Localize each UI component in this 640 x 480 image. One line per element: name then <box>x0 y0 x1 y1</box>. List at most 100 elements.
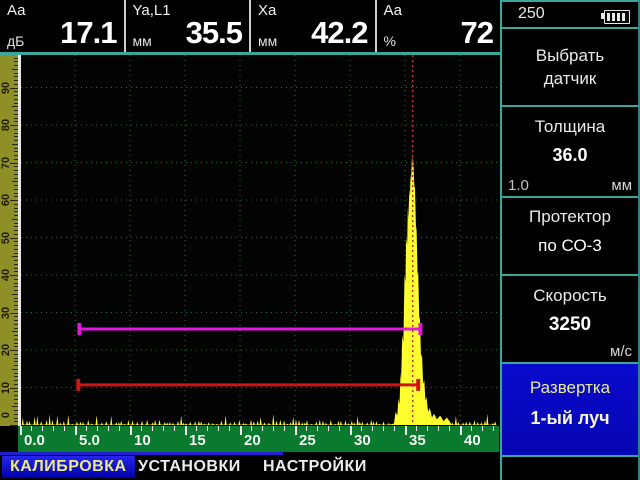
ruler-label: 30 <box>0 306 12 318</box>
axis-tick <box>108 426 109 431</box>
axis-tick <box>361 426 362 431</box>
axis-tick <box>42 426 43 431</box>
readout-value: 42.2 <box>311 15 367 51</box>
axis-tick <box>328 426 329 431</box>
measurement-bar: Аа дБ 17.1 Ya,L1 мм 35.5 Ха мм 42.2 Аа %… <box>0 0 500 52</box>
thickness-value: 36.0 <box>502 145 638 166</box>
ruler-tick <box>10 425 18 426</box>
readout-unit: дБ <box>7 33 24 49</box>
axis-tick <box>20 426 22 435</box>
axis-tick <box>86 426 87 431</box>
axis-tick <box>163 426 164 431</box>
readout-label: Аа <box>7 2 26 19</box>
gate-threshold-value: 250 <box>518 5 545 23</box>
axis-tick <box>75 426 77 435</box>
readout-amplitude: Аа % 72 <box>377 0 501 52</box>
axis-tick <box>141 426 142 431</box>
softkey-protector[interactable]: Протектор по СО-3 <box>502 198 638 274</box>
softkey-label: Развертка <box>502 378 638 398</box>
axis-tick <box>31 426 32 431</box>
axis-label: 20 <box>244 432 261 449</box>
ruler-label: 40 <box>0 269 12 281</box>
axis-tick <box>317 426 318 431</box>
divider <box>500 455 640 457</box>
range-axis: 0.05.010152025303540 <box>18 426 499 452</box>
axis-tick <box>251 426 252 431</box>
axis-tick <box>174 426 175 431</box>
axis-tick <box>449 426 450 431</box>
axis-tick <box>339 426 340 431</box>
softkey-label: Протектор <box>502 207 638 227</box>
axis-tick <box>460 426 462 435</box>
readout-label: Ха <box>258 2 276 19</box>
axis-tick <box>405 426 407 435</box>
axis-tick <box>350 426 352 435</box>
axis-tick <box>416 426 417 431</box>
menu-item-setup[interactable]: УСТАНОВКИ <box>138 456 241 478</box>
axis-tick <box>240 426 242 435</box>
axis-tick <box>306 426 307 431</box>
axis-label: 0.0 <box>24 432 45 449</box>
axis-tick <box>229 426 230 431</box>
softkey-sidebar: 250 Выбрать датчик Толщина 36.0 1.0 мм П… <box>500 0 640 480</box>
readout-label: Ya,L1 <box>133 2 171 19</box>
axis-tick <box>383 426 384 431</box>
menu-item-settings[interactable]: НАСТРОЙКИ <box>263 456 367 478</box>
gate-b[interactable] <box>78 379 418 391</box>
axis-label: 25 <box>299 432 316 449</box>
softkey-velocity[interactable]: Скорость 3250 м/с <box>502 276 638 362</box>
status-cell: 250 <box>502 2 638 27</box>
axis-tick <box>130 426 132 435</box>
axis-tick <box>262 426 263 431</box>
axis-label: 10 <box>134 432 151 449</box>
gate-a[interactable] <box>79 323 420 335</box>
softkey-label: Выбрать <box>502 46 638 66</box>
readout-distance: Ха мм 42.2 <box>251 0 377 52</box>
ruler-label: 50 <box>0 231 12 243</box>
ruler-label: 0 <box>0 412 12 418</box>
ruler-label: 10 <box>0 381 12 393</box>
axis-tick <box>273 426 274 431</box>
divider <box>500 0 502 480</box>
unit-label: м/с <box>610 343 632 360</box>
amplitude-ruler: 0102030405060708090 <box>0 55 18 426</box>
readout-depth: Ya,L1 мм 35.5 <box>126 0 252 52</box>
axis-tick <box>284 426 285 431</box>
axis-tick <box>97 426 98 431</box>
axis-label: 5.0 <box>79 432 100 449</box>
axis-tick <box>152 426 153 431</box>
step-value: 1.0 <box>508 177 529 194</box>
softkey-select-probe[interactable]: Выбрать датчик <box>502 29 638 105</box>
softkey-sweep[interactable]: Развертка 1-ый луч <box>502 364 638 455</box>
axis-tick <box>53 426 54 431</box>
axis-tick <box>207 426 208 431</box>
readout-value: 17.1 <box>60 15 116 51</box>
softkey-label: датчик <box>502 69 638 89</box>
axis-label: 40 <box>464 432 481 449</box>
readout-unit: мм <box>258 33 277 49</box>
readout-value: 35.5 <box>186 15 242 51</box>
menu-item-calibration[interactable]: КАЛИБРОВКА <box>2 456 135 478</box>
softkey-label: Толщина <box>502 117 638 137</box>
axis-tick <box>394 426 395 431</box>
axis-tick <box>295 426 297 435</box>
axis-tick <box>372 426 373 431</box>
readout-unit: % <box>384 33 396 49</box>
axis-tick <box>119 426 120 431</box>
softkey-thickness[interactable]: Толщина 36.0 1.0 мм <box>502 107 638 196</box>
axis-tick <box>482 426 483 431</box>
axis-tick <box>438 426 439 431</box>
protector-value: по СО-3 <box>502 236 638 256</box>
ruler-label: 60 <box>0 194 12 206</box>
ascan-svg <box>21 55 499 426</box>
main-menu: КАЛИБРОВКА УСТАНОВКИ НАСТРОЙКИ <box>0 455 500 480</box>
ruler-label: 80 <box>0 119 12 131</box>
axis-tick <box>218 426 219 431</box>
axis-tick <box>185 426 187 435</box>
axis-tick <box>493 426 494 431</box>
ascan-plot <box>21 55 499 426</box>
velocity-value: 3250 <box>502 314 638 336</box>
ruler-label: 70 <box>0 156 12 168</box>
readout-unit: мм <box>133 33 152 49</box>
battery-icon <box>604 10 630 24</box>
